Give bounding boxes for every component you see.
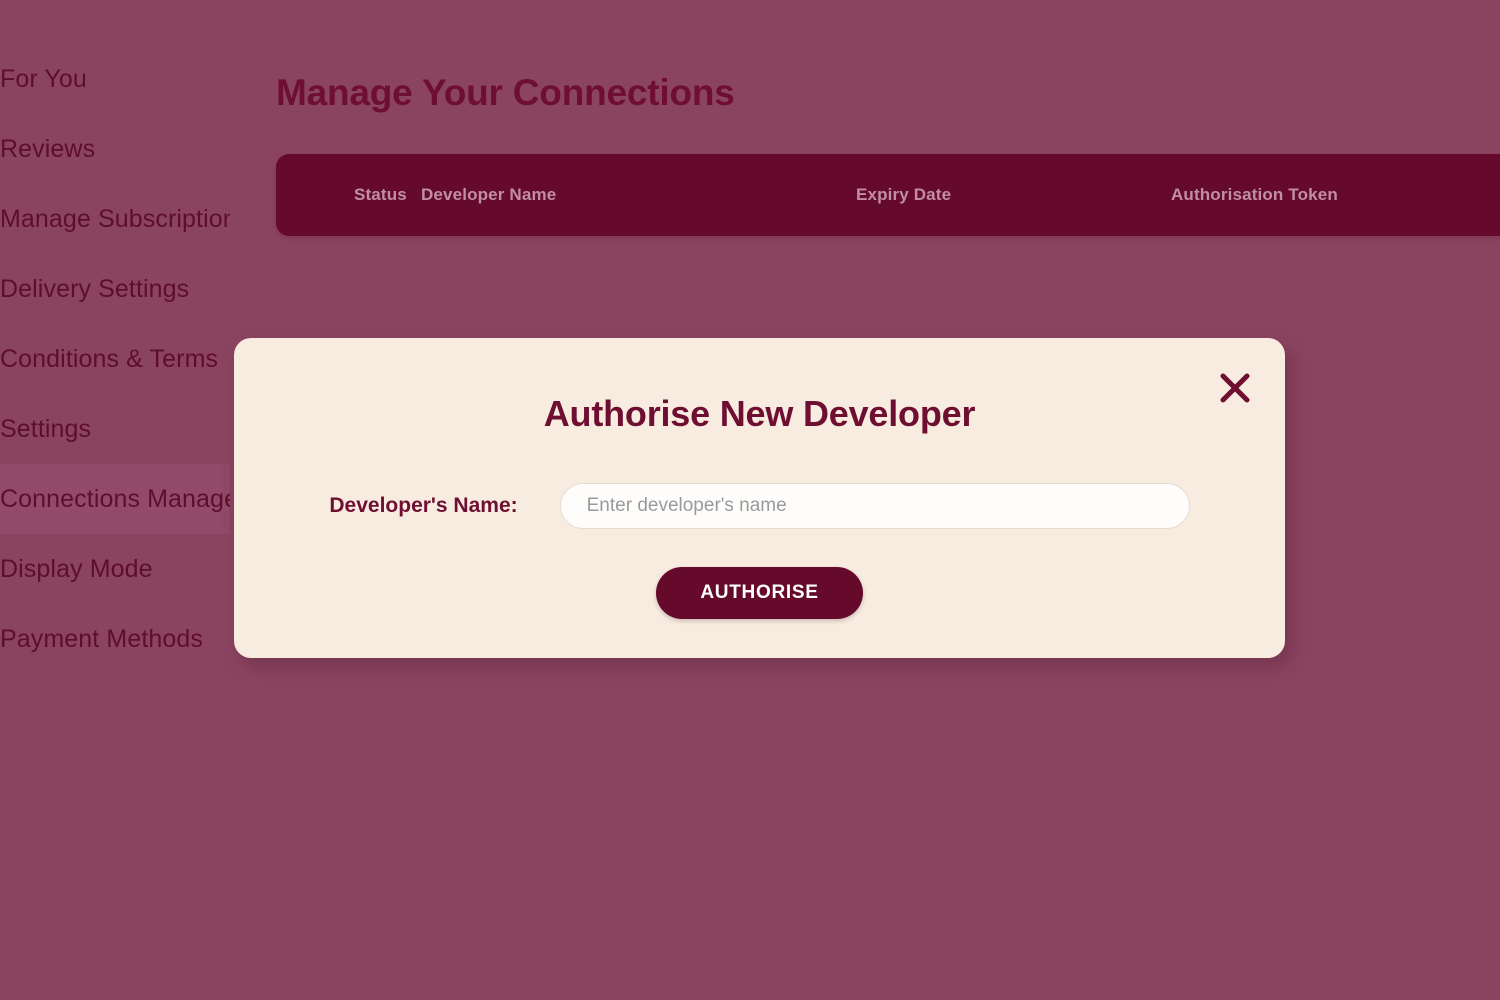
developer-name-form-row: Developer's Name: — [234, 483, 1285, 529]
developer-name-label: Developer's Name: — [329, 494, 518, 517]
dialog-actions: AUTHORISE — [234, 567, 1285, 619]
modal-overlay: Authorise New Developer Developer's Name… — [0, 0, 1500, 1000]
authorise-button[interactable]: AUTHORISE — [656, 567, 863, 619]
authorise-new-developer-dialog: Authorise New Developer Developer's Name… — [234, 338, 1285, 658]
developer-name-input[interactable] — [559, 483, 1190, 529]
close-icon[interactable] — [1213, 366, 1257, 410]
dialog-title: Authorise New Developer — [543, 393, 976, 434]
